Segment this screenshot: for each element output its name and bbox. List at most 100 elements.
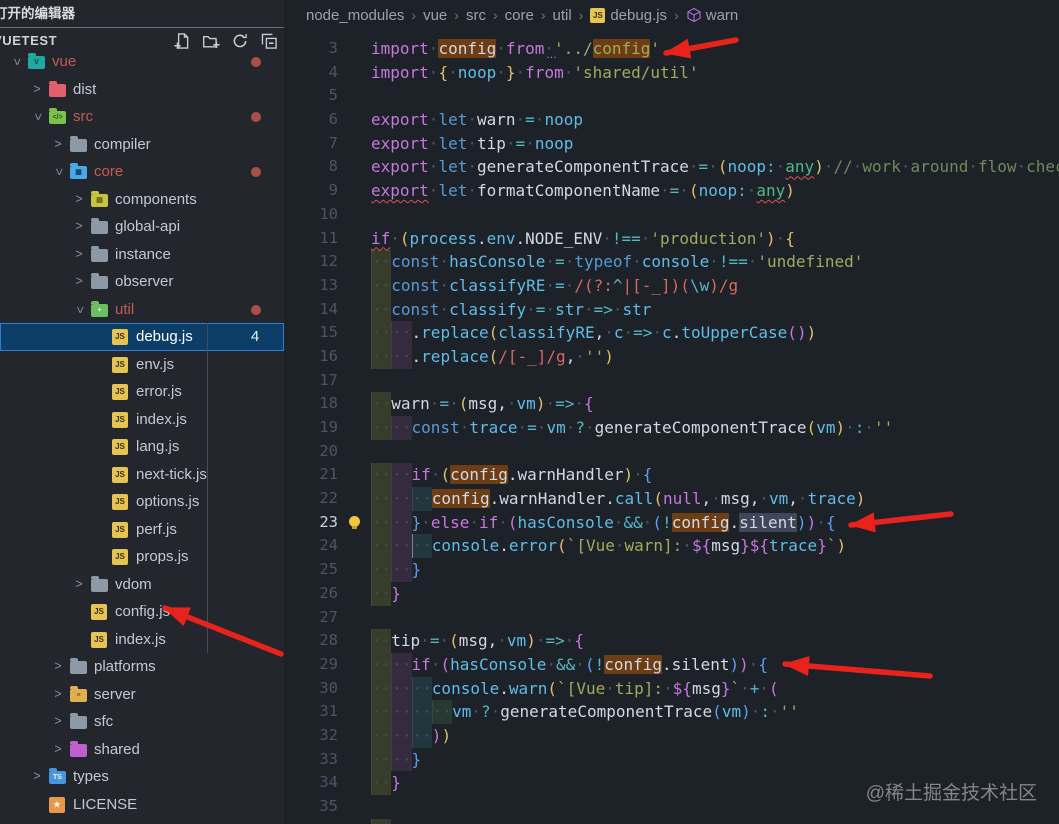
code-text: ··} (371, 771, 401, 796)
code-line-32[interactable]: 32 ······)) (284, 723, 1059, 748)
tree-item-lang.js[interactable]: JS lang.js (0, 433, 284, 461)
breadcrumb-separator-icon: › (411, 7, 417, 23)
line-number: 27 (319, 607, 338, 626)
breadcrumb-separator-icon: › (674, 7, 679, 23)
tree-item-types[interactable]: > TS types (0, 763, 284, 791)
code-text: ··const·hasConsole·=·typeof·console·!==·… (371, 250, 863, 274)
folder-icon-src: </> (49, 108, 66, 124)
tree-item-label: util (115, 300, 135, 318)
tree-item-next-tick.js[interactable]: JS next-tick.js (0, 461, 284, 489)
open-editors-header[interactable]: 打开的编辑器 (0, 0, 284, 27)
code-line-23[interactable]: 23 ····}·else·if·(hasConsole·&&·(!config.… (284, 510, 1059, 535)
indent-guide: ·· (371, 416, 392, 440)
tree-item-env.js[interactable]: JS env.js (0, 351, 284, 379)
tree-item-label: components (115, 190, 197, 208)
line-number: 32 (319, 725, 338, 744)
breadcrumb-item-node_modules[interactable]: node_modules (306, 7, 404, 24)
code-line-7[interactable]: 7 export·let·tip·=·noop (284, 132, 1059, 156)
code-line-12[interactable]: 12 ··const·hasConsole·=·typeof·console·!=… (284, 250, 1059, 274)
tree-item-observer[interactable]: > observer (0, 268, 284, 296)
line-number: 20 (319, 441, 338, 460)
line-number: 9 (328, 181, 338, 200)
tree-item-util[interactable]: > + util (0, 296, 284, 324)
code-line-10[interactable]: 10 (284, 203, 1059, 227)
tree-item-label: global-api (115, 218, 181, 235)
tree-item-config.js[interactable]: JS config.js (0, 598, 284, 626)
code-text: ····} (371, 558, 421, 582)
code-line-29[interactable]: 29 ····if·(hasConsole·&&·(!config.silent)… (284, 652, 1059, 677)
code-line-21[interactable]: 21 ····if·(config.warnHandler)·{ (284, 463, 1059, 488)
breadcrumb-item-core[interactable]: core (505, 7, 534, 24)
tree-item-platforms[interactable]: > platforms (0, 653, 284, 681)
code-line-3[interactable]: 3 import·config·from·'../config' (284, 37, 1059, 61)
tree-item-core[interactable]: > ▦ core (0, 158, 284, 186)
line-number: 19 (319, 418, 338, 436)
tree-item-vue[interactable]: > Vvue (0, 48, 284, 76)
tree-item-error.js[interactable]: JS error.js (0, 378, 284, 406)
folder-icon-core: ▦ (70, 163, 87, 179)
tree-item-props.js[interactable]: JS props.js (0, 543, 284, 571)
indent-guide: ·· (391, 676, 412, 701)
code-line-26[interactable]: 26 ··} (284, 581, 1059, 606)
code-line-28[interactable]: 28 ··tip·=·(msg,·vm)·=>·{ (284, 629, 1059, 653)
code-line-4[interactable]: 4 import·{·noop·}·from·'shared/util' (284, 61, 1059, 85)
tree-item-LICENSE[interactable]: ★ LICENSE (0, 791, 284, 819)
code-line-13[interactable]: 13 ··const·classifyRE·=·/(?:^|[-_])(\w)/g (284, 273, 1059, 298)
breadcrumb-item-util[interactable]: util (552, 7, 571, 24)
tree-item-dist[interactable]: > dist (0, 76, 284, 104)
code-line-18[interactable]: 18 ··warn·=·(msg,·vm)·=>·{ (284, 392, 1059, 417)
chevron-right-icon: > (54, 686, 62, 701)
code-text: export·let·generateComponentTrace·=·(noo… (371, 157, 1059, 177)
line-number: 26 (319, 583, 338, 602)
code-line-11[interactable]: 11 if·(process.env.NODE_ENV·!==·'producti… (284, 227, 1059, 251)
tree-item-server[interactable]: > ≡ server (0, 681, 284, 709)
breadcrumb-item-src[interactable]: src (466, 7, 486, 24)
code-line-8[interactable]: 8 export·let·generateComponentTrace·=·(no… (284, 155, 1059, 179)
code-line-36[interactable]: 36 ·· (284, 818, 1059, 824)
code-line-33[interactable]: 33 ····} (284, 747, 1059, 772)
code-line-20[interactable]: 20 (284, 440, 1059, 464)
code-line-27[interactable]: 27 (284, 606, 1059, 630)
tree-item-components[interactable]: > ▤ components (0, 186, 284, 214)
code-line-25[interactable]: 25 ····} (284, 558, 1059, 582)
tree-item-src[interactable]: > </> src (0, 103, 284, 131)
code-text: ········vm·?·generateComponentTrace(vm)·… (371, 700, 799, 724)
code-line-14[interactable]: 14 ··const·classify·=·str·=>·str (284, 297, 1059, 322)
indent-guide: ·· (371, 487, 392, 511)
tree-item-label: debug.js (136, 328, 193, 345)
tree-item-shared[interactable]: > shared (0, 736, 284, 764)
tree-item-index.js[interactable]: JS index.js (0, 406, 284, 434)
indent-guide: ·· (371, 723, 392, 748)
tree-item-instance[interactable]: > instance (0, 241, 284, 269)
code-line-5[interactable]: 5 (284, 84, 1059, 108)
tree-item-perf.js[interactable]: JS perf.js (0, 516, 284, 544)
code-line-16[interactable]: 16 ····.replace(/[-_]/g,·'') (284, 344, 1059, 369)
tree-item-options.js[interactable]: JS options.js (0, 488, 284, 516)
code-line-6[interactable]: 6 export·let·warn·=·noop (284, 108, 1059, 132)
code-line-19[interactable]: 19 ····const·trace·=·vm·?·generateCompone… (284, 416, 1059, 440)
tree-item-debug.js[interactable]: JS debug.js 4 (0, 323, 284, 351)
breadcrumb-label: warn (705, 6, 739, 24)
code-line-22[interactable]: 22 ······config.warnHandler.call(null,·ms… (284, 487, 1059, 511)
code-area: 3 import·config·from·'../config' 4 import·{… (284, 37, 1059, 824)
tree-item-label: index.js (136, 410, 187, 428)
js-file-icon: JS (590, 7, 606, 23)
code-line-30[interactable]: 30 ······console.warn(`[Vue·tip]:·${msg}`… (284, 676, 1059, 701)
tree-item-compiler[interactable]: > compiler (0, 131, 284, 159)
tree-item-sfc[interactable]: > sfc (0, 708, 284, 736)
code-line-17[interactable]: 17 (284, 369, 1059, 393)
tree-item-index.js[interactable]: JS index.js (0, 626, 284, 654)
code-line-15[interactable]: 15 ····.replace(classifyRE,·c·=>·c.toUppe… (284, 321, 1059, 345)
breadcrumb-item-debug.js[interactable]: JS debug.js (590, 7, 667, 24)
breadcrumb-item-vue[interactable]: vue (423, 7, 447, 24)
folder-icon-types: TS (49, 768, 66, 784)
code-text: ······console.error(`[Vue·warn]:·${msg}$… (371, 534, 846, 559)
code-line-9[interactable]: 9 export·let·formatComponentName·=·(noop:… (284, 179, 1059, 203)
js-file-icon: JS (112, 494, 128, 510)
lightbulb-icon[interactable] (348, 515, 361, 529)
code-line-24[interactable]: 24 ······console.error(`[Vue·warn]:·${msg… (284, 534, 1059, 559)
tree-item-global-api[interactable]: > global-api (0, 213, 284, 241)
tree-item-vdom[interactable]: > vdom (0, 571, 284, 599)
breadcrumb-item-warn[interactable]: warn (686, 6, 739, 24)
code-line-31[interactable]: 31 ········vm·?·generateComponentTrace(vm… (284, 700, 1059, 724)
